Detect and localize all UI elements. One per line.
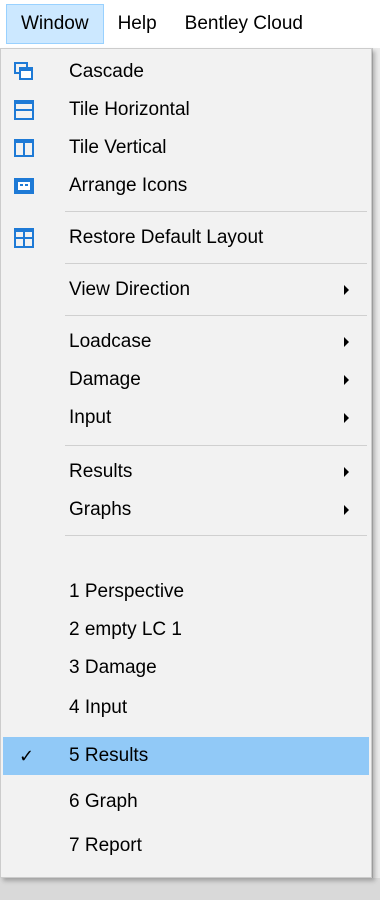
cascade-icon [14,62,33,80]
menu-separator [65,445,367,446]
menu-item-label: 6 Graph [69,791,138,812]
menu-item-window-graph[interactable]: 6 Graph [3,783,369,821]
menu-item-results[interactable]: Results [3,453,369,491]
tile-vertical-icon [14,139,34,157]
menu-separator [65,315,367,316]
menu-item-arrange-icons[interactable]: Arrange Icons [3,167,369,205]
background-window-bottom [0,878,380,900]
menu-item-window-results[interactable]: ✓ 5 Results [3,737,369,775]
menu-separator [65,535,367,536]
menu-item-label: 4 Input [69,697,128,718]
menu-item-label: 7 Report [69,835,142,856]
menu-item-label: Cascade [69,61,144,82]
menu-item-window-damage[interactable]: 3 Damage [3,649,369,687]
menu-separator [65,211,367,212]
menu-item-label: Results [69,461,133,482]
menu-item-label: Input [69,407,112,428]
menubar-bentley-cloud[interactable]: Bentley Cloud [171,4,317,44]
menu-item-input[interactable]: Input [3,399,369,437]
menu-bar: Window Help Bentley Cloud [0,0,380,48]
menu-item-graphs[interactable]: Graphs [3,491,369,529]
menu-item-label: Tile Horizontal [69,99,190,120]
menu-item-label: 5 Results [69,745,149,766]
submenu-arrow-icon [344,505,349,515]
menu-item-damage[interactable]: Damage [3,361,369,399]
background-window-edge [372,48,380,900]
submenu-arrow-icon [344,413,349,423]
menu-item-label: Graphs [69,499,132,520]
checkmark-icon: ✓ [19,745,35,766]
menu-item-tile-horizontal[interactable]: Tile Horizontal [3,91,369,129]
menu-item-window-report[interactable]: 7 Report [3,827,369,865]
menu-item-tile-vertical[interactable]: Tile Vertical [3,129,369,167]
menu-item-cascade[interactable]: Cascade [3,53,369,91]
arrange-icons-icon [14,178,34,194]
submenu-arrow-icon [344,375,349,385]
submenu-arrow-icon [344,467,349,477]
menu-item-label: Tile Vertical [69,137,167,158]
menu-item-label: 3 Damage [69,657,157,678]
menubar-help[interactable]: Help [104,4,171,44]
window-menu-dropdown: Cascade Tile Horizontal Tile Vertical Ar… [0,48,372,878]
restore-layout-icon [14,228,34,248]
menu-item-window-perspective[interactable]: 1 Perspective [3,573,369,611]
menu-item-label: Restore Default Layout [69,227,264,248]
menu-item-label: 1 Perspective [69,581,185,602]
submenu-arrow-icon [344,285,349,295]
tile-horizontal-icon [14,100,34,120]
menu-item-window-empty-lc-1[interactable]: 2 empty LC 1 [3,611,369,649]
menu-item-label: View Direction [69,279,191,300]
menu-item-restore-default-layout[interactable]: Restore Default Layout [3,219,369,257]
menu-item-view-direction[interactable]: View Direction [3,271,369,309]
menu-item-loadcase[interactable]: Loadcase [3,323,369,361]
submenu-arrow-icon [344,337,349,347]
menu-item-label: Damage [69,369,141,390]
menu-separator [65,263,367,264]
menu-item-window-input[interactable]: 4 Input [3,689,369,727]
menubar-window[interactable]: Window [6,4,104,44]
menu-item-label: Arrange Icons [69,175,188,196]
menu-item-label: 2 empty LC 1 [69,619,182,640]
menu-item-label: Loadcase [69,331,152,352]
